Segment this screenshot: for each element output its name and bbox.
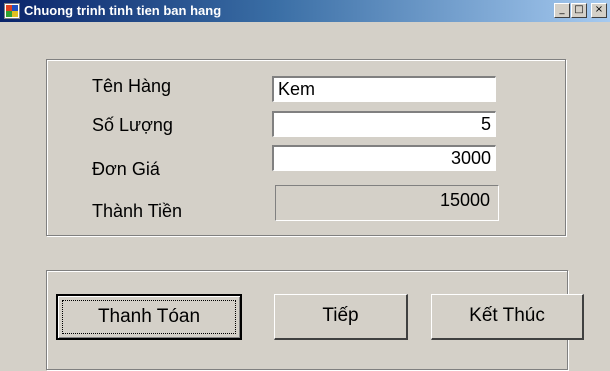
tiep-button[interactable]: Tiếp: [274, 294, 408, 340]
maximize-icon: □: [574, 4, 584, 15]
title-bar[interactable]: Chuong trinh tinh tien ban hang _ □ ×: [0, 0, 610, 22]
ket-thuc-label: Kết Thúc: [469, 305, 545, 326]
close-icon: ×: [594, 4, 604, 15]
tiep-label: Tiếp: [322, 305, 359, 326]
ket-thuc-button[interactable]: Kết Thúc: [431, 294, 584, 340]
ten-hang-input[interactable]: Kem: [272, 76, 496, 102]
thanh-tien-output: 15000: [275, 185, 499, 221]
minimize-button[interactable]: _: [554, 3, 570, 18]
don-gia-label: Đơn Giá: [92, 159, 160, 179]
so-luong-label: Số Lượng: [92, 115, 173, 135]
so-luong-input[interactable]: 5: [272, 111, 496, 137]
window-title: Chuong trinh tinh tien ban hang: [24, 3, 222, 18]
maximize-button[interactable]: □: [571, 3, 587, 18]
don-gia-input[interactable]: 3000: [272, 145, 496, 171]
thanh-toan-button[interactable]: Thanh Tóan: [56, 294, 242, 340]
thanh-tien-label: Thành Tiền: [92, 201, 183, 221]
main-window: Chuong trinh tinh tien ban hang _ □ × Tê…: [0, 0, 610, 371]
minimize-icon: _: [559, 4, 565, 15]
close-button[interactable]: ×: [591, 3, 607, 18]
focus-rectangle: [62, 300, 236, 334]
app-icon[interactable]: [4, 3, 20, 19]
ten-hang-label: Tên Hàng: [92, 76, 172, 96]
